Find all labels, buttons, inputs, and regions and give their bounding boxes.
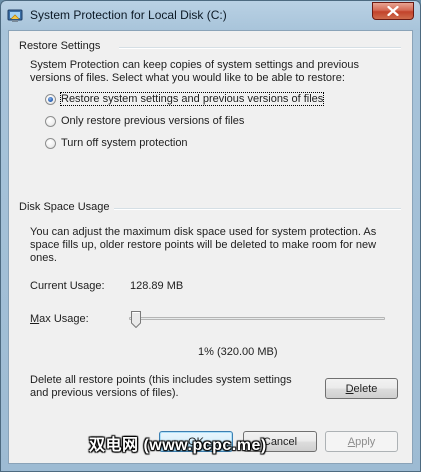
- current-usage-value: 128.89 MB: [130, 280, 184, 292]
- radio-label[interactable]: Restore system settings and previous ver…: [59, 92, 325, 106]
- current-usage-label: Current Usage:: [30, 280, 105, 292]
- description-line: You can adjust the maximum disk space us…: [30, 226, 377, 238]
- delete-restore-points-text: Delete all restore points (this includes…: [30, 374, 330, 400]
- radio-label[interactable]: Only restore previous versions of files: [61, 115, 244, 127]
- apply-label: pply: [355, 435, 376, 448]
- close-button[interactable]: [372, 2, 414, 20]
- radio-restore-settings-and-files[interactable]: Restore system settings and previous ver…: [45, 91, 325, 107]
- max-usage-slider-track[interactable]: [129, 317, 385, 320]
- close-icon: [387, 6, 399, 16]
- max-usage-label-mnemonic: M: [30, 313, 40, 325]
- radio-label[interactable]: Turn off system protection: [61, 137, 188, 149]
- radio-only-previous-versions[interactable]: Only restore previous versions of files: [45, 113, 244, 129]
- description-line: versions of files. Select what you would…: [30, 72, 345, 84]
- system-protection-window: System Protection for Local Disk (C:) Re…: [0, 0, 421, 472]
- description-line: System Protection can keep copies of sys…: [30, 59, 359, 71]
- title-bar[interactable]: System Protection for Local Disk (C:): [1, 1, 420, 29]
- delete-button[interactable]: Delete: [325, 378, 398, 399]
- disk-space-description: You can adjust the maximum disk space us…: [30, 226, 390, 265]
- delete-label: elete: [353, 382, 378, 395]
- max-usage-label: Max Usage:: [30, 313, 89, 325]
- radio-button[interactable]: [45, 137, 56, 149]
- radio-button[interactable]: [45, 115, 56, 127]
- apply-mnemonic: A: [347, 435, 356, 448]
- dialog-body: Restore Settings System Protection can k…: [8, 30, 413, 464]
- max-usage-slider-thumb[interactable]: [131, 311, 142, 328]
- description-line: Delete all restore points (this includes…: [30, 374, 292, 386]
- description-line: ones.: [30, 252, 57, 264]
- radio-turn-off-protection[interactable]: Turn off system protection: [45, 135, 188, 151]
- description-line: space fills up, older restore points wil…: [30, 239, 377, 251]
- system-protection-icon: [7, 7, 23, 23]
- watermark-text: 双电网 (www.pcpc.me): [89, 437, 267, 454]
- delete-mnemonic: D: [345, 382, 354, 395]
- group-divider: [119, 47, 401, 49]
- restore-settings-heading: Restore Settings: [19, 40, 101, 52]
- description-line: and previous versions of files).: [30, 387, 179, 399]
- restore-settings-description: System Protection can keep copies of sys…: [30, 59, 380, 85]
- max-usage-label-text: ax Usage:: [39, 313, 89, 325]
- max-usage-readout: 1% (320.00 MB): [198, 346, 278, 358]
- disk-space-heading: Disk Space Usage: [19, 201, 110, 213]
- window-title: System Protection for Local Disk (C:): [30, 8, 227, 22]
- group-divider: [114, 208, 401, 210]
- radio-button-selected[interactable]: [45, 93, 56, 105]
- apply-button[interactable]: Apply: [325, 431, 398, 452]
